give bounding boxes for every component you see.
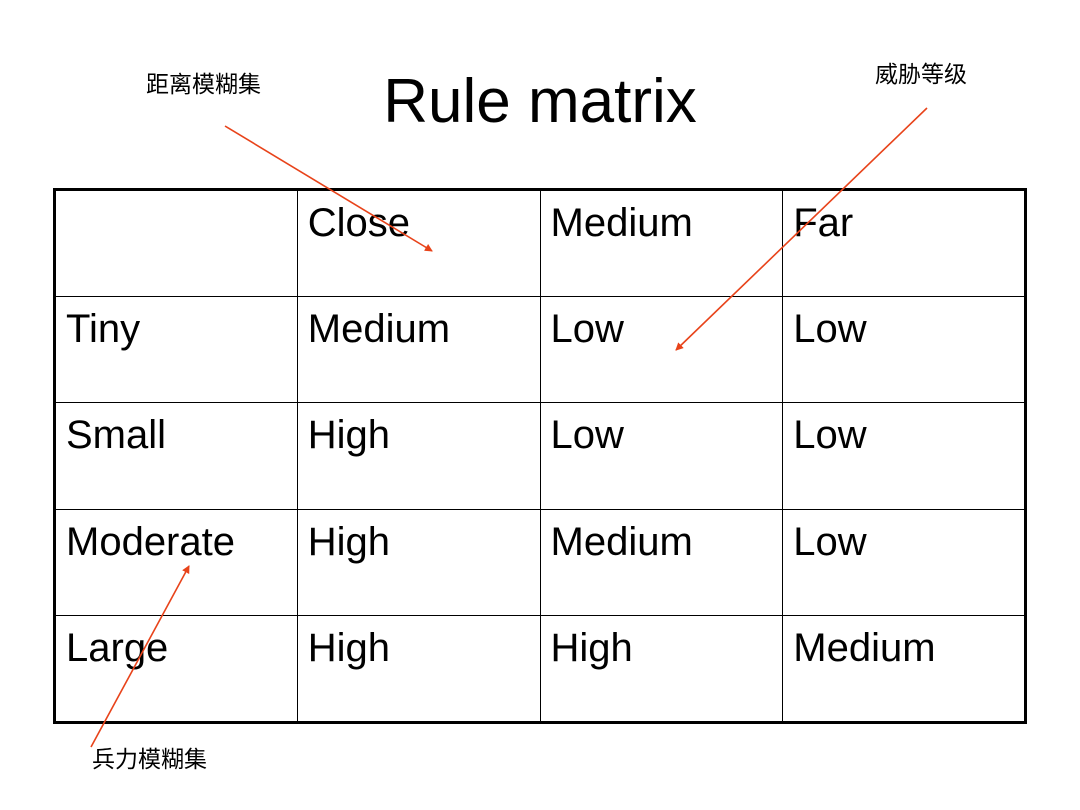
table-cell: High — [539, 615, 784, 723]
row-header-large: Large — [54, 615, 298, 723]
rule-matrix-table: Close Medium Far Tiny Medium Low Low Sma… — [53, 188, 1027, 724]
table-cell: Medium — [782, 615, 1026, 723]
table-row: Tiny Medium Low Low — [54, 295, 1026, 404]
table-cell: Low — [539, 402, 784, 510]
table-corner-cell — [54, 189, 298, 297]
force-fuzzy-set-annotation: 兵力模糊集 — [92, 747, 207, 773]
table-row: Small High Low Low — [54, 402, 1026, 510]
row-header-tiny: Tiny — [54, 295, 298, 404]
column-header-medium: Medium — [539, 189, 784, 297]
table-cell: Low — [782, 295, 1026, 404]
table-row: Large High High Medium — [54, 615, 1026, 723]
column-header-close: Close — [296, 189, 541, 297]
table-cell: High — [296, 615, 541, 723]
table-header-row: Close Medium Far — [54, 189, 1026, 297]
row-header-small: Small — [54, 402, 298, 510]
row-header-moderate: Moderate — [54, 508, 298, 617]
column-header-far: Far — [782, 189, 1026, 297]
table-cell: High — [296, 402, 541, 510]
distance-fuzzy-set-annotation: 距离模糊集 — [146, 72, 261, 98]
table-cell: Low — [782, 508, 1026, 617]
table-cell: Low — [539, 295, 784, 404]
table-row: Moderate High Medium Low — [54, 508, 1026, 617]
threat-level-annotation: 威胁等级 — [875, 62, 967, 88]
table-cell: Medium — [539, 508, 784, 617]
table-cell: Medium — [296, 295, 541, 404]
table-cell: High — [296, 508, 541, 617]
table-cell: Low — [782, 402, 1026, 510]
